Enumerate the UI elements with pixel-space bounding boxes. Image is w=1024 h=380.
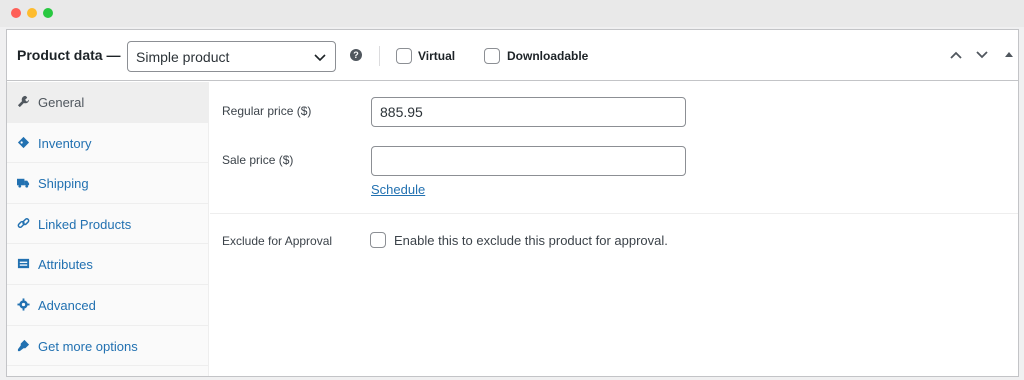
move-up-icon[interactable] xyxy=(948,47,964,63)
product-data-tabs: General Inventory Shipping Linked Produc… xyxy=(7,82,209,376)
tab-linked-products-label: Linked Products xyxy=(38,216,132,232)
regular-price-label: Regular price ($) xyxy=(222,104,312,118)
move-down-icon[interactable] xyxy=(974,47,990,63)
tab-get-more-options-label: Get more options xyxy=(38,338,138,354)
product-type-value: Simple product xyxy=(136,49,230,65)
plugin-icon xyxy=(17,339,30,351)
tab-advanced-label: Advanced xyxy=(38,297,96,313)
general-options-panel: Regular price ($) Sale price ($) Schedul… xyxy=(210,82,1018,376)
section-divider xyxy=(210,213,1018,214)
product-type-select[interactable]: Simple product xyxy=(127,41,336,72)
gear-icon xyxy=(17,298,30,311)
link-icon xyxy=(17,217,30,228)
tab-attributes-label: Attributes xyxy=(38,257,93,273)
minimize-window-button[interactable] xyxy=(27,8,37,18)
tab-general[interactable]: General xyxy=(7,82,208,123)
wrench-icon xyxy=(17,95,30,108)
window-titlebar xyxy=(0,0,1024,27)
tab-shipping-label: Shipping xyxy=(38,176,89,192)
exclude-approval-checkbox[interactable] xyxy=(370,232,386,248)
sale-price-label: Sale price ($) xyxy=(222,153,294,167)
tab-inventory[interactable]: Inventory xyxy=(7,123,208,164)
panel-header: Product data — Simple product ? Virtual … xyxy=(7,30,1018,81)
tab-inventory-label: Inventory xyxy=(38,135,92,151)
downloadable-label[interactable]: Downloadable xyxy=(507,49,588,63)
sale-price-input[interactable] xyxy=(371,146,686,176)
close-window-button[interactable] xyxy=(11,8,21,18)
truck-icon xyxy=(17,178,30,188)
tab-linked-products[interactable]: Linked Products xyxy=(7,204,208,245)
downloadable-checkbox[interactable] xyxy=(484,48,500,64)
tab-shipping[interactable]: Shipping xyxy=(7,163,208,204)
collapse-toggle-icon[interactable] xyxy=(1001,47,1017,63)
virtual-checkbox[interactable] xyxy=(396,48,412,64)
virtual-label[interactable]: Virtual xyxy=(418,49,455,63)
tag-icon xyxy=(17,136,30,148)
product-data-panel: Product data — Simple product ? Virtual … xyxy=(6,29,1019,377)
exclude-approval-description: Enable this to exclude this product for … xyxy=(394,233,668,248)
exclude-approval-label: Exclude for Approval xyxy=(222,234,333,248)
panel-title: Product data — xyxy=(17,47,121,63)
tab-get-more-options[interactable]: Get more options xyxy=(7,326,208,367)
header-divider xyxy=(379,46,380,66)
schedule-link[interactable]: Schedule xyxy=(371,182,425,197)
maximize-window-button[interactable] xyxy=(43,8,53,18)
tab-attributes[interactable]: Attributes xyxy=(7,244,208,285)
list-icon xyxy=(17,259,30,269)
chevron-down-icon xyxy=(314,54,326,62)
tab-advanced[interactable]: Advanced xyxy=(7,285,208,326)
regular-price-input[interactable] xyxy=(371,97,686,127)
tab-general-label: General xyxy=(38,95,85,110)
help-icon[interactable]: ? xyxy=(350,49,362,61)
